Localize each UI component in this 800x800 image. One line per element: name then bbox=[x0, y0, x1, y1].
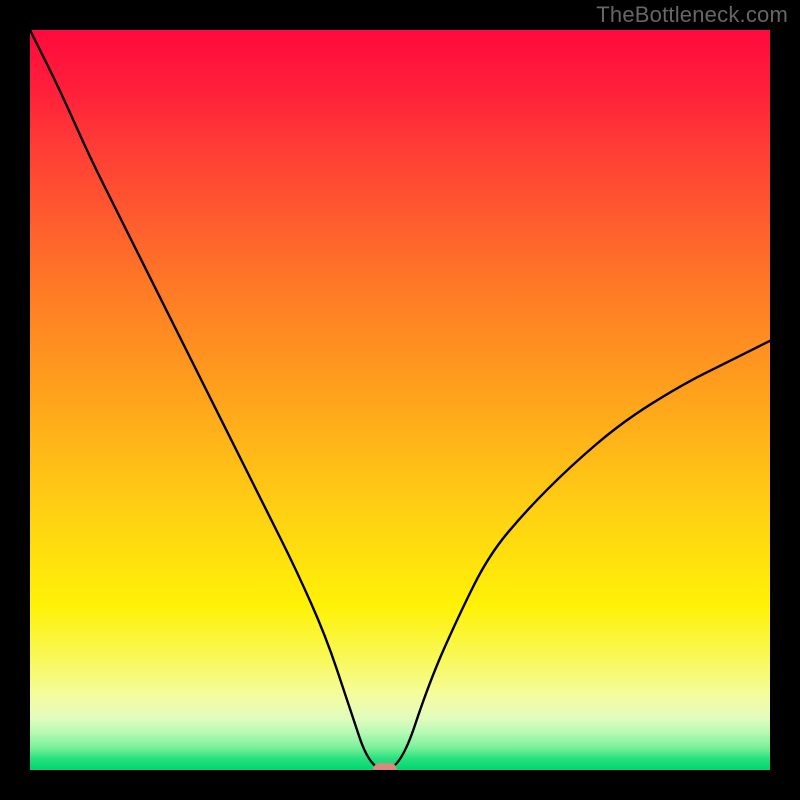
chart-plot-area bbox=[30, 30, 770, 770]
chart-curve bbox=[30, 30, 770, 770]
chart-frame: TheBottleneck.com bbox=[0, 0, 800, 800]
chart-marker bbox=[373, 763, 397, 770]
bottleneck-curve-path bbox=[30, 30, 770, 770]
attribution-text: TheBottleneck.com bbox=[596, 2, 788, 28]
